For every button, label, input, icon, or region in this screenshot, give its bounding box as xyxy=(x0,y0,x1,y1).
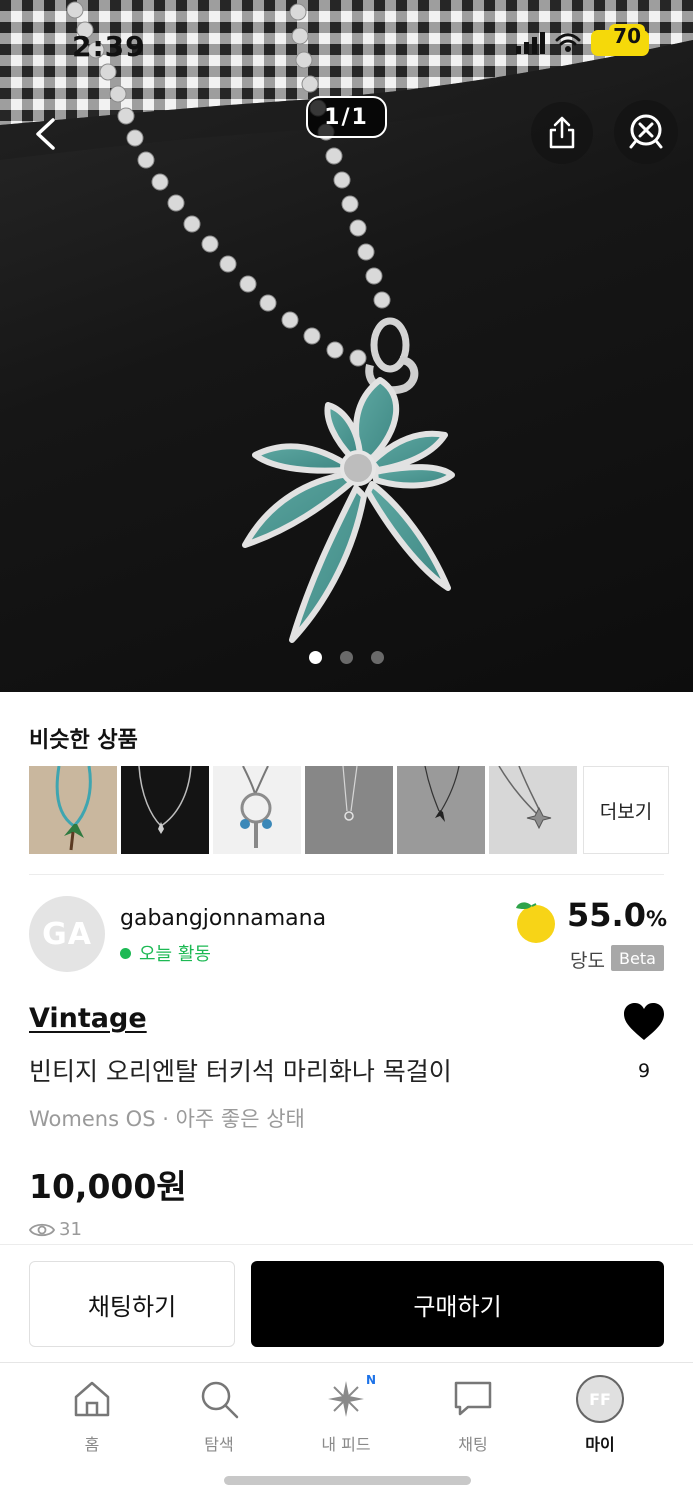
my-avatar: FF xyxy=(576,1375,624,1423)
nav-label-chat: 채팅 xyxy=(458,1435,488,1454)
chat-button[interactable]: 채팅하기 xyxy=(29,1261,235,1347)
divider xyxy=(29,874,664,875)
seller-activity-status: 오늘 활동 xyxy=(120,940,211,966)
brand-link[interactable]: Vintage xyxy=(29,1003,147,1034)
close-button[interactable] xyxy=(614,100,678,164)
status-time: 2:39 xyxy=(72,30,146,63)
sweetness-value: 55.0 xyxy=(567,896,646,934)
nav-item-chat[interactable]: 채팅 xyxy=(418,1375,528,1455)
similar-product-thumbnail[interactable] xyxy=(121,766,209,854)
search-icon xyxy=(195,1375,243,1423)
heart-icon xyxy=(624,1003,664,1040)
beta-badge: Beta xyxy=(611,945,664,971)
nav-label-explore: 탐색 xyxy=(204,1435,234,1454)
similar-product-thumbnail[interactable] xyxy=(489,766,577,854)
eye-icon xyxy=(29,1223,55,1236)
home-icon xyxy=(68,1375,116,1423)
view-count-value: 31 xyxy=(59,1219,82,1240)
like-button[interactable] xyxy=(622,1002,666,1042)
wifi-icon xyxy=(555,33,581,52)
similar-product-thumbnail[interactable] xyxy=(213,766,301,854)
carousel-dot[interactable] xyxy=(309,651,322,664)
share-icon xyxy=(549,116,575,149)
nav-label-my-feed: 내 피드 xyxy=(321,1435,371,1454)
seller-name[interactable]: gabangjonnamana xyxy=(120,906,326,931)
status-indicators: 70 xyxy=(516,24,649,56)
sweetness-score: 55.0% xyxy=(567,896,667,934)
nav-item-my-feed[interactable]: N 내 피드 xyxy=(291,1373,401,1455)
nav-label-my: 마이 xyxy=(585,1435,615,1454)
similar-product-thumbnail[interactable] xyxy=(397,766,485,854)
like-count: 9 xyxy=(637,1060,651,1082)
similar-product-thumbnail[interactable] xyxy=(29,766,117,854)
product-size-condition: Womens OS · 아주 좋은 상태 xyxy=(29,1107,305,1131)
active-status-dot xyxy=(120,947,131,959)
sparkle-icon: N xyxy=(322,1373,376,1423)
image-page-counter: 1/1 xyxy=(306,96,387,138)
signal-icon xyxy=(516,32,545,54)
similar-product-thumbnail[interactable] xyxy=(305,766,393,854)
carousel-dot[interactable] xyxy=(371,651,384,664)
nav-item-home[interactable]: 홈 xyxy=(37,1375,147,1455)
product-price: 10,000원 xyxy=(29,1167,187,1206)
sweetness-unit: % xyxy=(645,907,667,931)
sweetness-fruit-icon xyxy=(516,902,555,943)
view-count: 31 xyxy=(29,1219,82,1240)
chevron-left-icon xyxy=(36,118,55,150)
nav-item-my[interactable]: FF 마이 xyxy=(545,1375,655,1455)
sweetness-label: 당도 xyxy=(570,950,605,972)
see-more-button[interactable]: 더보기 xyxy=(583,766,669,854)
new-badge: N xyxy=(365,1373,376,1387)
share-button[interactable] xyxy=(531,102,593,164)
profile-avatar: FF xyxy=(576,1375,624,1423)
nav-label-home: 홈 xyxy=(84,1435,100,1454)
buy-button[interactable]: 구매하기 xyxy=(251,1261,664,1347)
back-button[interactable] xyxy=(22,110,70,158)
close-icon xyxy=(629,114,663,149)
seller-activity-label: 오늘 활동 xyxy=(139,944,211,965)
similar-products-list: 더보기 xyxy=(29,766,669,854)
product-title: 빈티지 오리엔탈 터키석 마리화나 목걸이 xyxy=(29,1057,452,1086)
battery-icon: 70 xyxy=(591,24,649,56)
purchase-action-bar: 채팅하기 구매하기 xyxy=(0,1244,693,1362)
home-indicator xyxy=(224,1476,471,1485)
carousel-dots xyxy=(309,651,384,664)
nav-item-explore[interactable]: 탐색 xyxy=(164,1375,274,1455)
chat-bubble-icon xyxy=(449,1375,497,1423)
carousel-dot[interactable] xyxy=(340,651,353,664)
seller-avatar[interactable]: GA xyxy=(29,896,105,972)
battery-level: 70 xyxy=(609,24,645,48)
similar-products-title: 비슷한 상품 xyxy=(29,728,138,753)
